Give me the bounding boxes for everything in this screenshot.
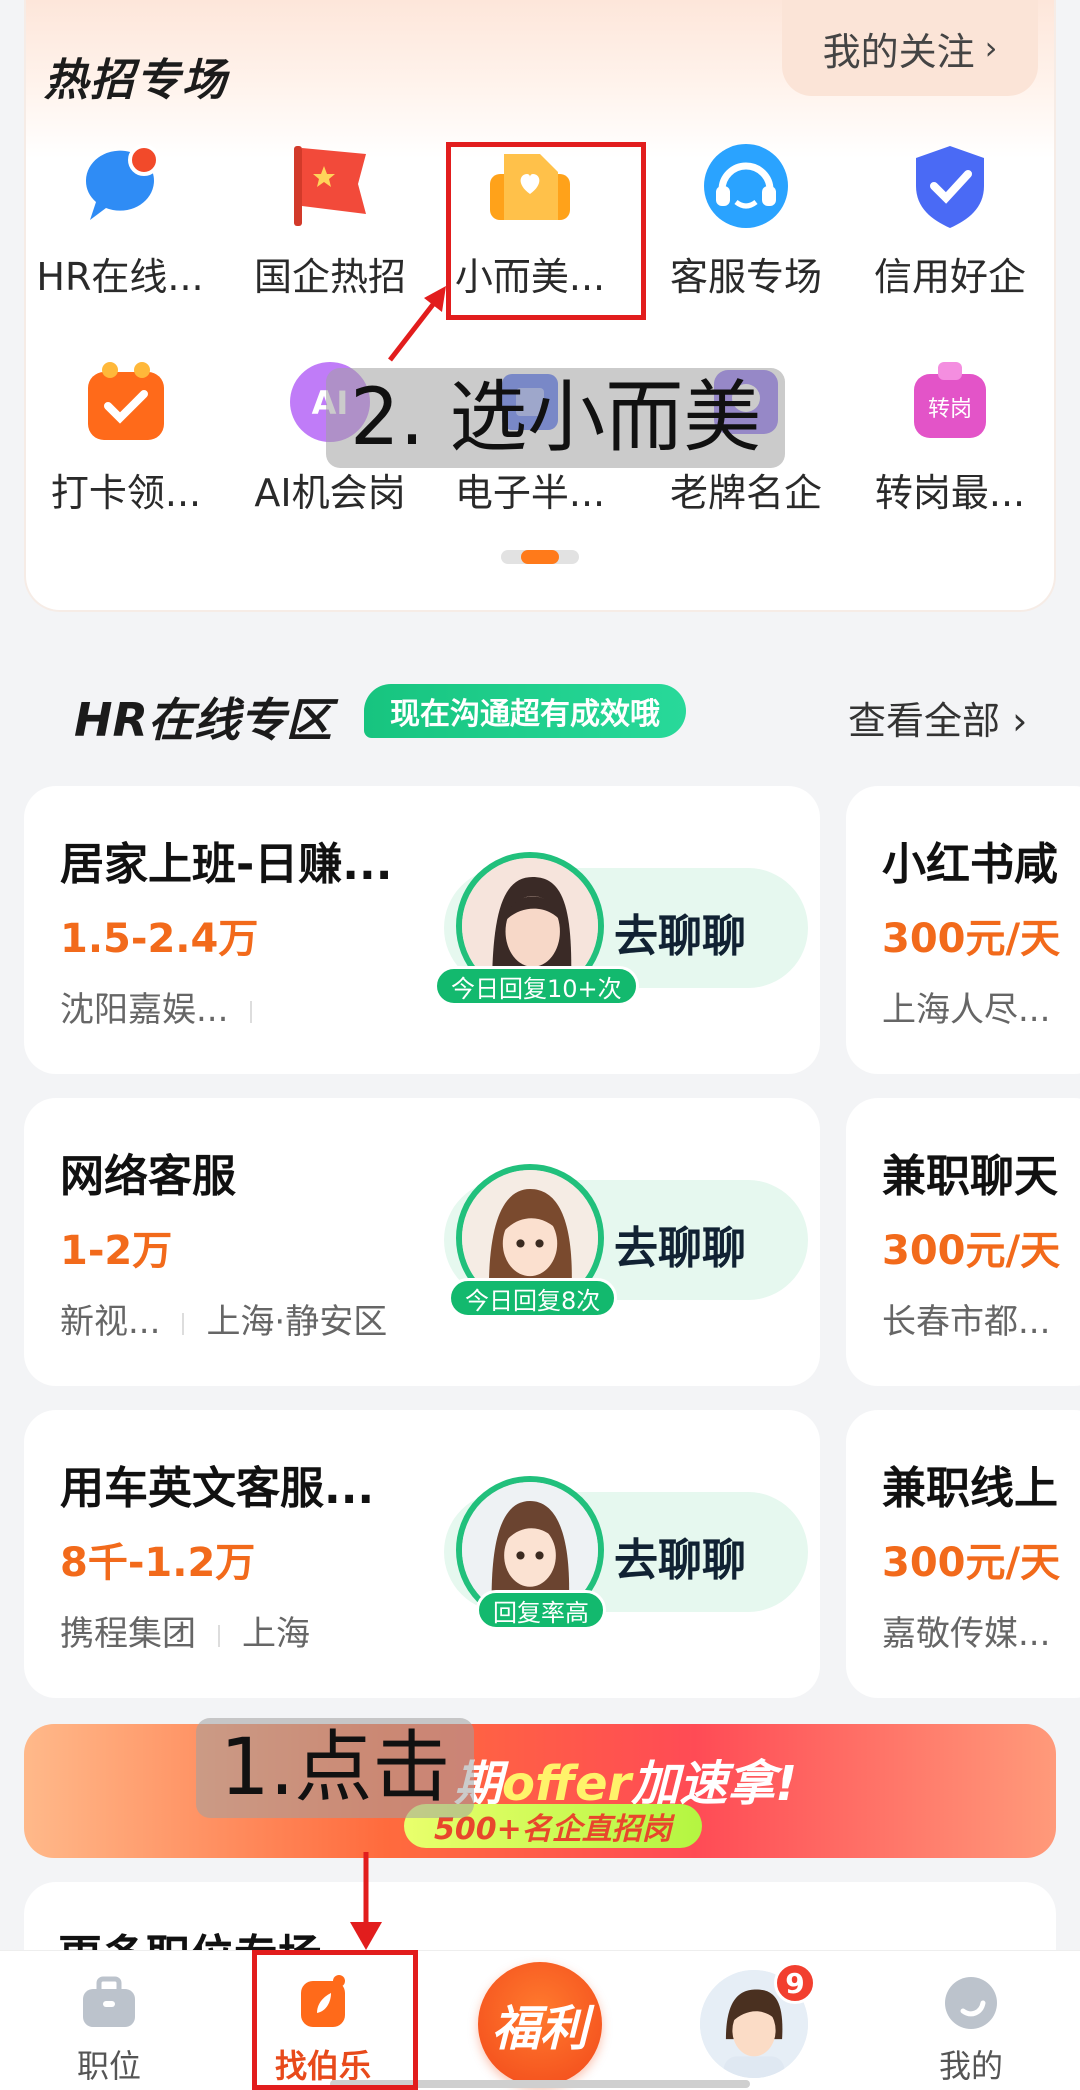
job-card[interactable]: 用车英文客服... 8千-1.2万 携程集团 上海 去聊聊 回复率高 [24,1410,820,1698]
promo-banner[interactable]: 期offer加速拿! 500+名企直招岗 [24,1724,1056,1858]
category-label: AI机会岗 [254,471,406,515]
job-company: 携程集团 [60,1614,196,1654]
category-credit-company[interactable]: 信用好企 [852,140,1048,301]
chat-button-label: 去聊聊 [614,1535,746,1586]
notification-badge: 9 [774,1962,816,2004]
chat-button-label: 去聊聊 [614,1223,746,1274]
annotation-arrow-icon [388,286,446,362]
reply-badge: 回复率高 [476,1590,606,1630]
job-card[interactable]: 兼职聊天 300元/天 长春市都... [846,1098,1080,1386]
job-card[interactable]: 网络客服 1-2万 新视... 上海·静安区 去聊聊 今日回复8次 [24,1098,820,1386]
tab-label: 职位 [76,2047,141,2085]
annotation-step2: 2. 选小而美 [326,368,786,468]
category-customer-service[interactable]: 客服专场 [648,140,844,301]
flag-icon [284,140,376,232]
category-hr-online[interactable]: HR在线... [22,140,218,301]
job-meta: 新视... 上海·静安区 [60,1294,387,1343]
annotation-step1: 1.点击 [196,1718,475,1818]
category-state-owned[interactable]: 国企热招 [232,140,428,301]
headset-icon [700,140,792,232]
category-label: 老牌名企 [669,471,822,515]
job-meta: 携程集团 上海 [60,1606,310,1655]
highlight-box-small-beautiful [446,142,646,320]
job-company: 长春市都... [882,1302,1051,1342]
reply-badge: 今日回复8次 [448,1278,618,1318]
job-title: 兼职线上 [882,1463,1058,1514]
job-salary: 1.5-2.4万 [60,916,259,962]
job-salary: 8千-1.2万 [60,1540,256,1586]
category-label: 信用好企 [873,255,1026,299]
tab-me[interactable]: 我的 [896,1975,1046,2087]
job-company: 新视... [60,1302,161,1342]
category-label: 客服专场 [669,255,822,299]
category-label: 转岗最... [874,471,1026,515]
job-company: 嘉敬传媒... [882,1614,1051,1654]
job-title: 小红书咸 [882,839,1058,890]
category-checkin[interactable]: 打卡领... [28,356,224,517]
job-salary: 300元/天 [882,1228,1061,1274]
my-follow-button[interactable]: 我的关注 › [782,0,1038,96]
shield-check-icon [904,140,996,232]
see-all-link[interactable]: 查看全部 › [848,690,1027,745]
job-location: 上海·静安区 [206,1302,388,1342]
job-company: 沈阳嘉娱... [60,990,229,1030]
job-location: 上海 [242,1614,310,1654]
job-salary: 1-2万 [60,1228,173,1274]
profile-icon [945,1977,997,2029]
category-label: 电子半... [454,471,606,515]
job-meta: 沈阳嘉娱... [60,982,274,1031]
briefcase-icon [83,1976,135,2027]
category-label: 打卡领... [50,471,202,515]
chevron-right-icon: › [984,29,998,67]
svg-text:转岗: 转岗 [928,397,972,422]
job-card[interactable]: 居家上班-日赚... 1.5-2.4万 沈阳嘉娱... 去聊聊 今日回复10+次 [24,786,820,1074]
reply-badge: 今日回复10+次 [434,966,639,1006]
tab-jobs[interactable]: 职位 [34,1975,184,2087]
tab-label: 我的 [938,2047,1003,2085]
page-indicator [501,550,579,564]
job-title: 兼职聊天 [882,1151,1058,1202]
gift-icon: 福利 [491,2001,588,2057]
transfer-box-icon: 转岗 [904,356,996,448]
job-salary: 300元/天 [882,1540,1061,1586]
job-company: 上海人尽... [882,990,1051,1030]
chevron-right-icon: › [1012,699,1028,743]
hot-section-title: 热招专场 [44,55,228,106]
checkin-box-icon [80,356,172,448]
job-title: 用车英文客服... [60,1463,375,1514]
annotation-arrow-icon [350,1852,382,1950]
job-title: 居家上班-日赚... [60,839,393,890]
my-follow-label: 我的关注 [822,29,975,74]
tab-welfare[interactable]: 福利 [478,1962,602,2086]
see-all-label: 查看全部 [848,699,1001,743]
job-card[interactable]: 小红书咸 300元/天 上海人尽... [846,786,1080,1074]
job-salary: 300元/天 [882,916,1061,962]
hr-section-badge: 现在沟通超有成效哦 [364,684,686,738]
category-label: HR在线... [36,255,204,299]
highlight-box-tab-find-mentor [252,1950,418,2090]
category-job-transfer[interactable]: 转岗 转岗最... [852,356,1048,517]
job-title: 网络客服 [60,1151,236,1202]
chat-button-label: 去聊聊 [614,911,746,962]
chat-bubble-icon [74,140,166,232]
job-card[interactable]: 兼职线上 300元/天 嘉敬传媒... [846,1410,1080,1698]
hr-section-title: HR在线专区 [74,693,332,747]
